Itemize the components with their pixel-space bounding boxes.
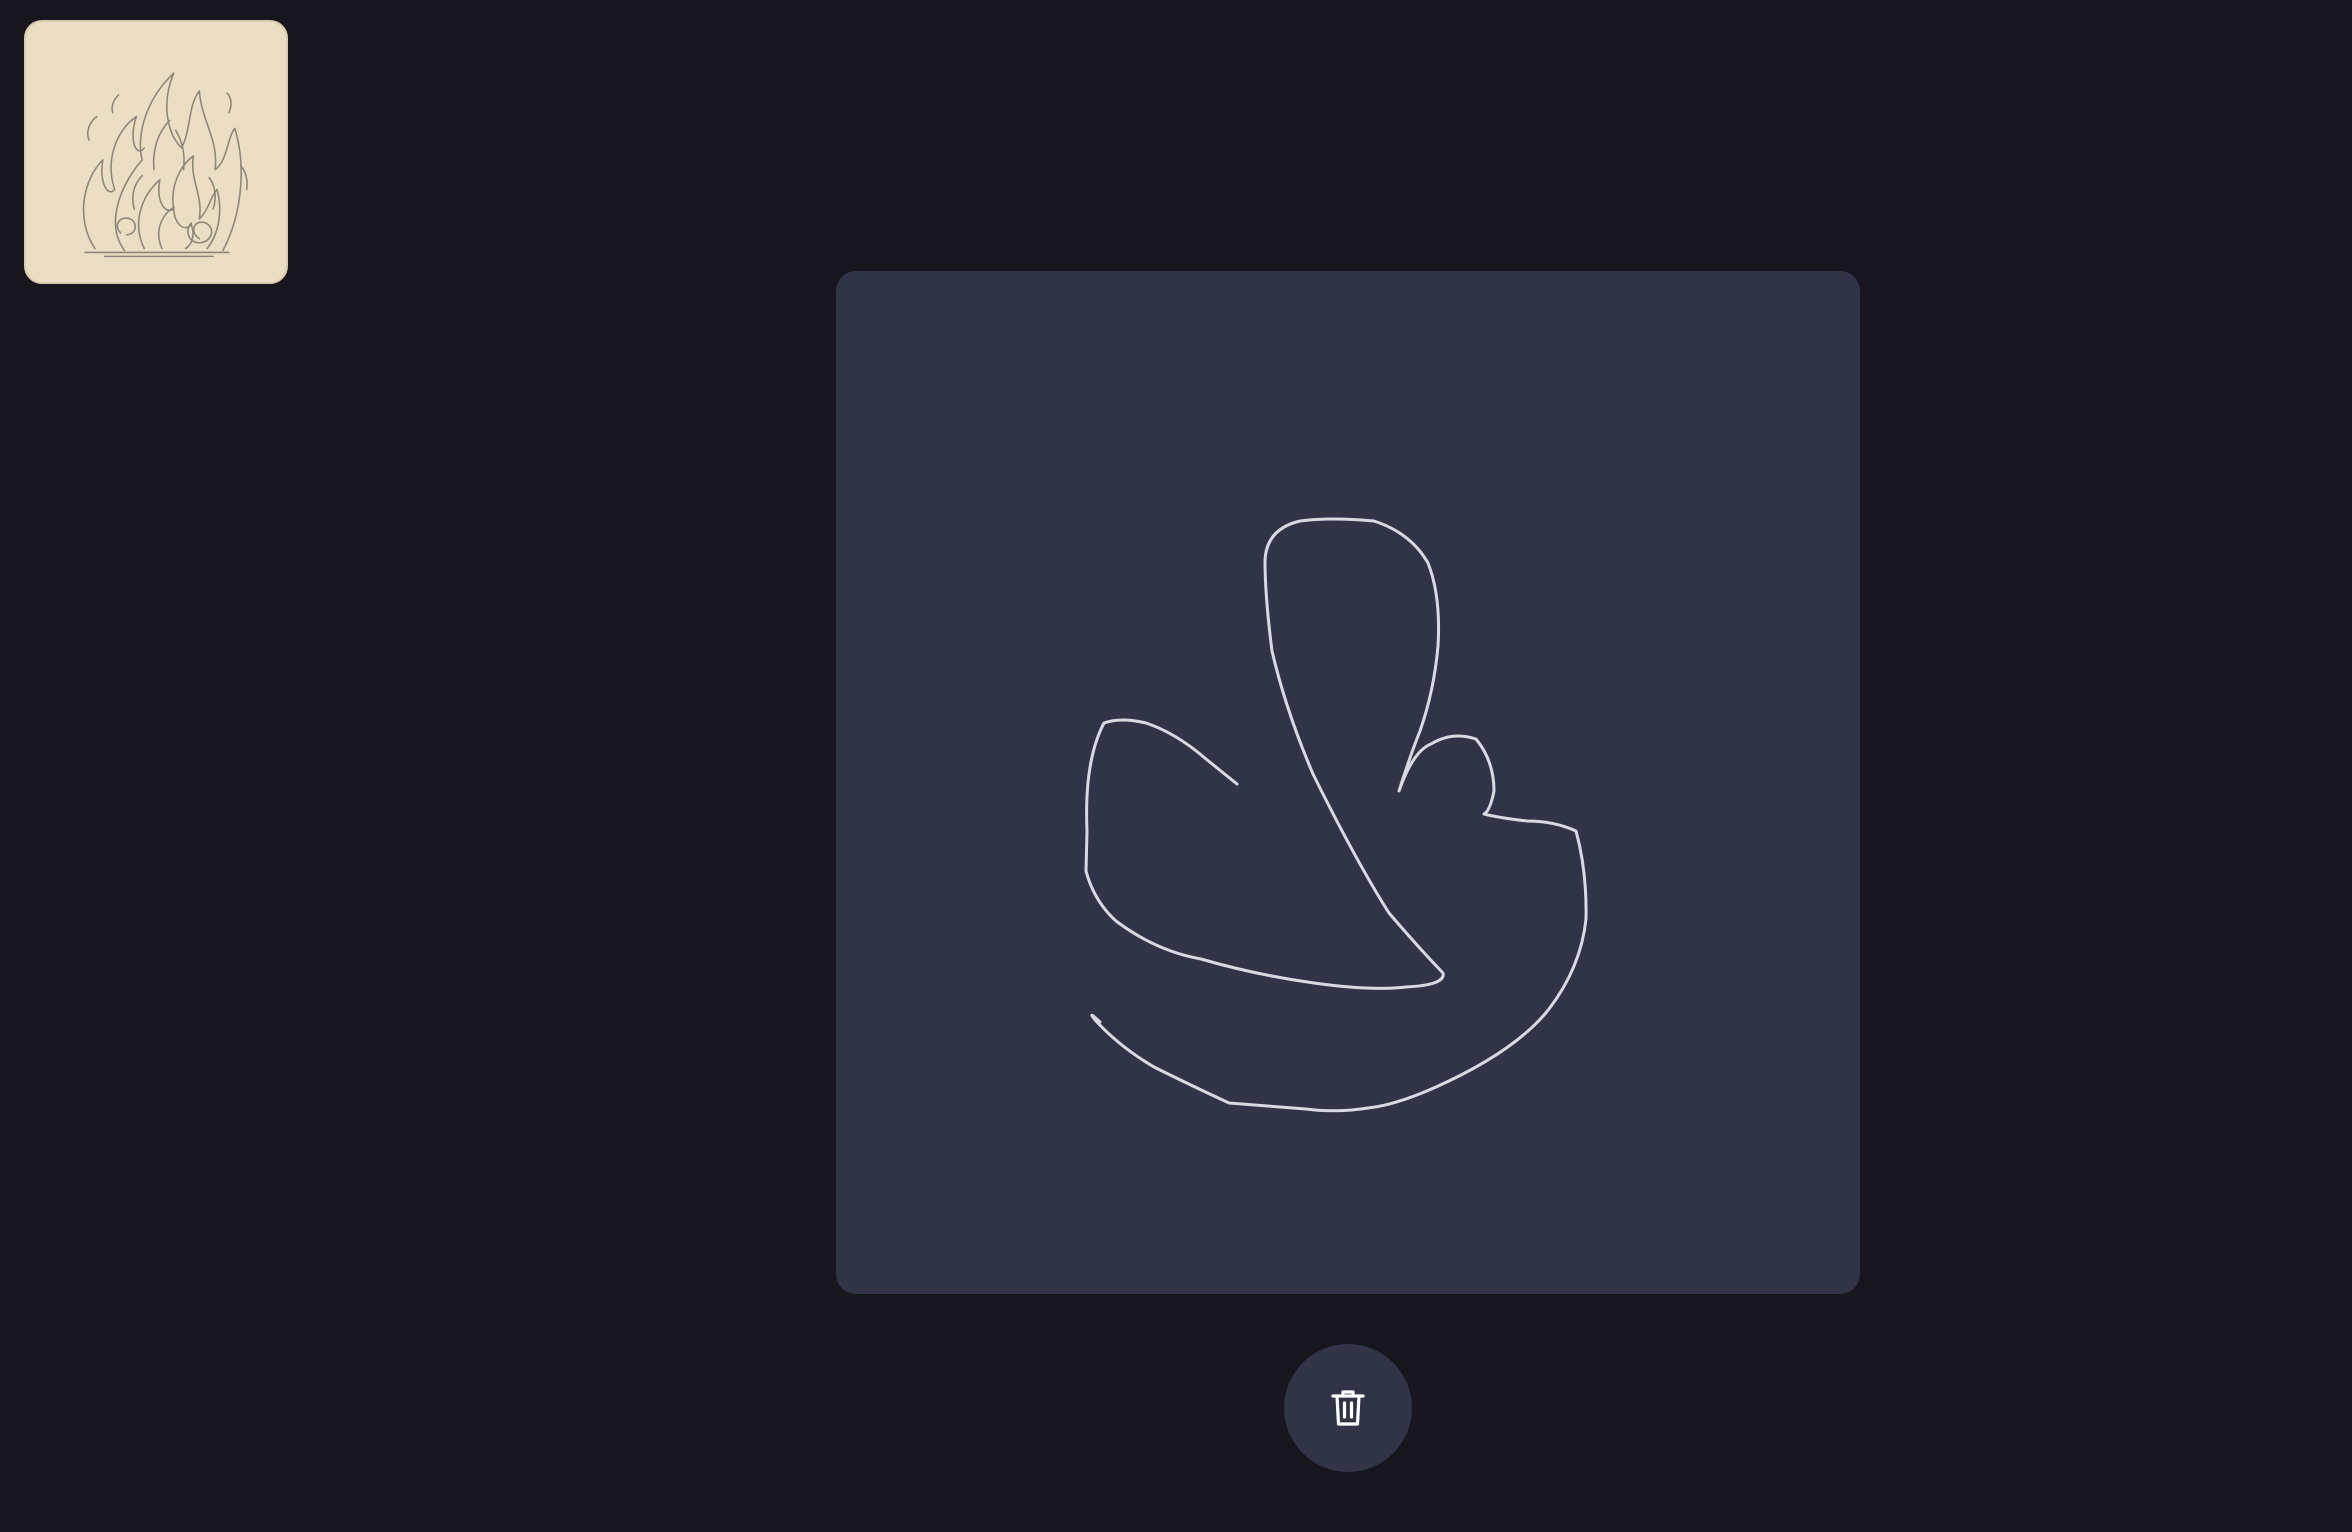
reference-image <box>24 20 288 284</box>
trash-icon <box>1331 1390 1365 1426</box>
drawing-stroke <box>1084 517 1588 1113</box>
drawing-canvas[interactable] <box>836 271 1860 1294</box>
clear-canvas-button[interactable] <box>1284 1344 1412 1472</box>
flame-illustration <box>82 72 248 258</box>
